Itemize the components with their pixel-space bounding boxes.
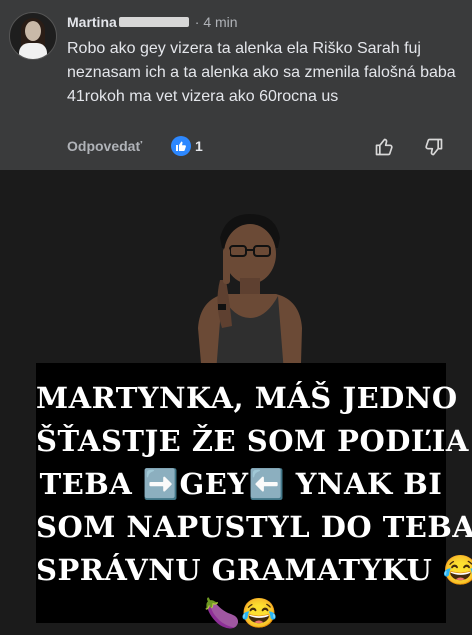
comment-card: Martina · 4 min Robo ako gey vizera ta a…	[0, 0, 472, 170]
thumbs-down-outline-icon[interactable]	[421, 134, 447, 160]
profile-avatar[interactable]	[9, 12, 57, 60]
meme-image: MARTYNKA, MÁŠ JEDNO ŠŤASTJE ŽE SOM PODĽI…	[0, 170, 472, 630]
like-count[interactable]: 1	[195, 138, 203, 154]
comment-timestamp[interactable]: · 4 min	[195, 14, 238, 30]
thumbs-up-outline-icon[interactable]	[371, 134, 397, 160]
caption-line: SOM NAPUSTYL DO TEBA	[36, 510, 472, 544]
caption-box: MARTYNKA, MÁŠ JEDNO ŠŤASTJE ŽE SOM PODĽI…	[36, 363, 472, 630]
meme-caption: MARTYNKA, MÁŠ JEDNO ŠŤASTJE ŽE SOM PODĽI…	[36, 377, 472, 635]
avatar-face	[25, 21, 41, 41]
caption-line: TEBA ➡️GEY⬅️ YNAK BI	[39, 467, 443, 501]
avatar-body	[19, 43, 47, 59]
caption-line: 🍆😂	[204, 596, 278, 630]
comment-header: Martina · 4 min	[67, 13, 238, 31]
caption-line: MARTYNKA, MÁŠ JEDNO	[36, 381, 458, 415]
comment-text: Robo ako gey vizera ta alenka ela Riško …	[67, 40, 456, 105]
caption-line: SPRÁVNU GRAMATYKU 😂	[36, 553, 472, 587]
caption-line: ŠŤASTJE ŽE SOM PODĽIA	[36, 424, 469, 458]
author-name[interactable]: Martina	[67, 14, 117, 30]
thumbs-up-icon[interactable]	[171, 136, 191, 156]
reply-button[interactable]: Odpovedať	[67, 138, 142, 154]
redacted-surname	[118, 17, 189, 27]
